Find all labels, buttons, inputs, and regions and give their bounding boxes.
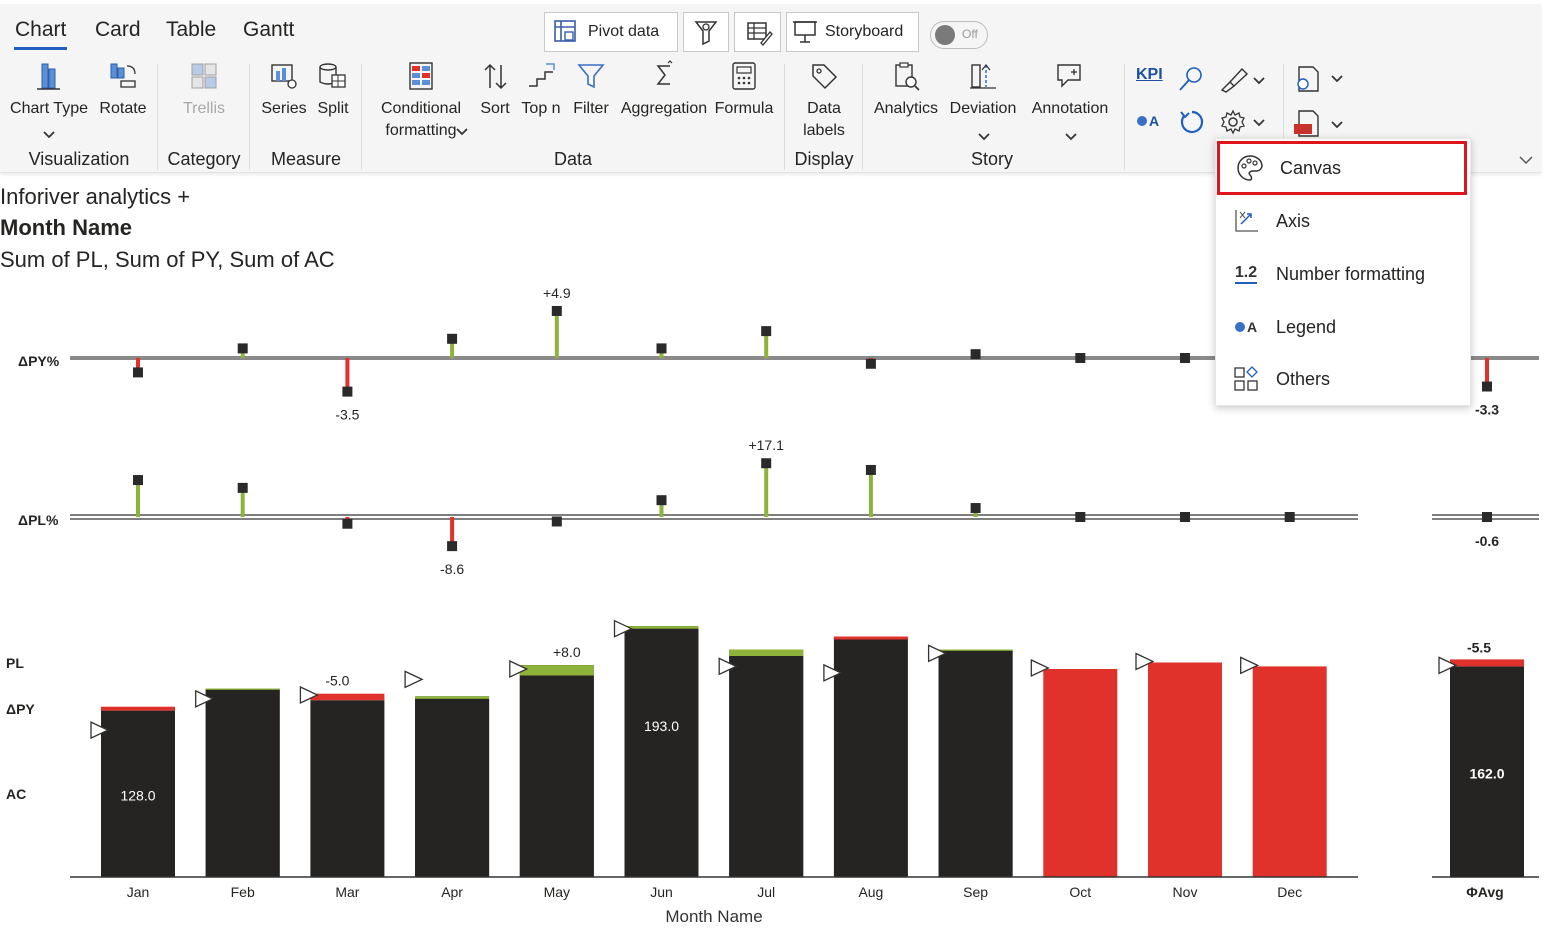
x-axis-tick-label: Dec [1277,884,1302,900]
ac-bar-body [205,689,280,877]
dpy-variance-bar [729,649,804,656]
dpy-pct-pin-head [551,305,562,316]
dpy-pct-data-label: +4.9 [543,285,571,301]
menu-item-number-formatting-label: Number formatting [1276,263,1426,284]
x-axis-tick-label: Nov [1173,884,1198,900]
dpl-pct-data-label: +17.1 [748,437,784,453]
dpy-variance-bar [101,706,175,711]
dpy-pct-pin-head [342,386,353,397]
x-axis-tick-label: Apr [441,884,463,900]
dpy-pct-pin-head [656,343,667,354]
legend-icon-text: A [1246,319,1258,335]
dpl-pct-pin-head [551,516,562,527]
ac-bar-body [415,698,490,877]
x-axis-tick-label: Aug [858,884,883,900]
row-label-ac: AC [6,786,26,802]
format-dropdown-menu: Canvas Axis 1.2 Number formatting A Lege… [1215,138,1471,406]
dpy-variance-bar [519,665,594,676]
legend-icon: A [1216,319,1276,335]
row-label-dpy: ΔPY [6,701,35,717]
ac-bar [310,700,385,877]
dpy-pct-pin-head [970,349,981,360]
dpl-pct-pin-head [133,475,143,486]
dpl-pct-pin-head [1180,512,1190,522]
menu-item-legend-label: Legend [1276,316,1337,337]
ac-bar [833,637,908,877]
menu-item-number-formatting[interactable]: 1.2 Number formatting [1216,249,1470,299]
dpl-pct-pin-head [656,495,667,506]
number-format-icon: 1.2 [1216,264,1276,284]
avg-dpy-pct-pin-head [1482,381,1492,392]
dpy-data-label: +8.0 [553,644,581,660]
menu-item-legend[interactable]: A Legend [1216,302,1470,352]
py-bar [1252,666,1327,877]
dpy-pct-pin-head [237,343,248,354]
avg-dpy-data-label: -5.5 [1467,639,1491,655]
x-axis-tick-label: Jan [127,884,150,900]
avg-dpl-pct-pin-head [1482,512,1492,522]
palette-icon [1220,153,1280,183]
ac-bar-body [624,628,699,877]
menu-item-others-label: Others [1276,368,1331,389]
dpl-pct-data-label: -8.6 [440,561,464,577]
axis-icon [1216,206,1276,236]
ac-data-label: 193.0 [644,718,679,734]
py-bar [1148,662,1222,877]
x-axis-tick-label: Oct [1069,884,1091,900]
dpl-pct-pin-head [1075,512,1086,522]
x-axis-tick-label: Feb [231,884,255,900]
dpl-pct-pin-head [237,482,248,493]
avg-dpy-variance-bar [1450,659,1524,667]
dpy-pct-pin-head [761,326,772,337]
x-axis-label: Month Name [665,907,762,926]
ac-bar-body [938,650,1013,877]
dpy-variance-bar [624,626,699,630]
avg-dpy-pct-label: -3.3 [1475,402,1499,418]
dpl-pct-pin-head [865,464,876,475]
dpl-pct-pin-head [1284,512,1295,522]
avg-dpl-pct-label: -0.6 [1475,533,1499,549]
row-label-pl: PL [6,655,24,671]
x-axis-tick-label: Mar [335,884,359,900]
dpl-pct-pin-head [447,541,458,552]
dpl-pct-pin-head [342,518,353,529]
dpy-pct-pin-head [1180,353,1190,363]
menu-item-canvas-label: Canvas [1280,157,1342,178]
dpy-pct-data-label: -3.5 [335,407,359,423]
x-axis-tick-label: Jul [757,884,775,900]
x-axis-tick-label: May [544,884,570,900]
ac-bar-body [519,675,594,877]
dpl-pct-pin-head [761,458,772,469]
x-axis-tick-label: Jun [650,884,673,900]
dpy-variance-bar [415,696,490,700]
dpy-variance-bar [833,636,908,640]
menu-item-axis[interactable]: Axis [1216,196,1470,246]
avg-ac-data-label: 162.0 [1469,765,1504,781]
dpl-pct-pin-head [970,503,981,514]
dpy-pct-pin-head [865,358,876,369]
number-format-icon-text: 1.2 [1234,264,1258,284]
row-label-dpy-pct: ΔPY% [18,353,60,369]
menu-item-others[interactable]: Others [1216,354,1470,404]
row-label-dpl-pct: ΔPL% [18,512,59,528]
avg-tick-label: ΦAvg [1466,884,1503,900]
ac-data-label: 128.0 [120,788,155,804]
pl-marker [404,670,424,689]
ac-bar-body [729,656,804,877]
dpy-pct-pin-head [1075,353,1086,363]
dpy-variance-bar [310,693,385,701]
dpy-pct-pin-head [133,367,143,378]
py-bar [1043,669,1118,877]
others-icon [1216,365,1276,393]
x-axis-tick-label: Sep [963,884,988,900]
dpy-data-label: -5.0 [325,673,349,689]
menu-item-axis-label: Axis [1276,210,1311,231]
dpy-pct-pin-head [447,333,458,344]
menu-item-canvas[interactable]: Canvas [1217,141,1467,195]
legend-dot-icon [1234,322,1245,332]
